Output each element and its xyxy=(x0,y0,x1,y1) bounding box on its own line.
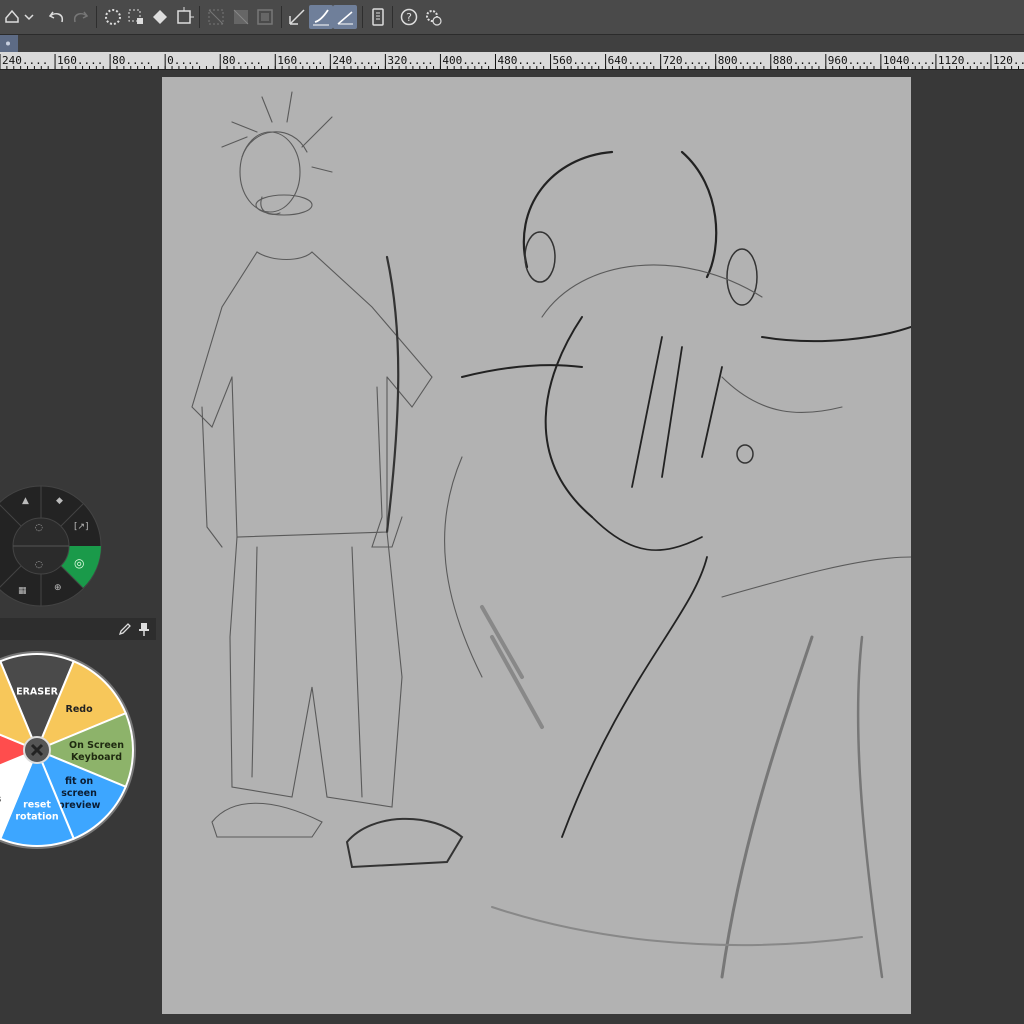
device-button[interactable] xyxy=(366,5,390,29)
radial-slice-label: reset xyxy=(23,800,51,811)
ruler-label: 880.... xyxy=(773,54,819,67)
radial-slice-label: Redo xyxy=(66,704,94,715)
drawing-canvas[interactable] xyxy=(162,77,912,1014)
settings-button[interactable] xyxy=(421,5,445,29)
ruler-label: 720.... xyxy=(663,54,709,67)
ruler-label: 800.... xyxy=(718,54,764,67)
fill-button[interactable] xyxy=(148,5,172,29)
ruler-label: 1040.... xyxy=(883,54,936,67)
ruler-label: 240.... xyxy=(332,54,378,67)
ruler-label: 160.... xyxy=(277,54,323,67)
ruler-ticks: 240.... 160.... 80.... 0.... 80.... 160.... 24… xyxy=(0,54,1024,69)
help-button[interactable]: ? xyxy=(397,5,421,29)
svg-text:◎: ◎ xyxy=(74,556,84,570)
ruler-label: 240.... xyxy=(2,54,48,67)
loading-button[interactable] xyxy=(101,5,125,29)
ruler-label: 560.... xyxy=(553,54,599,67)
svg-text:?: ? xyxy=(406,11,412,24)
tab-dot-icon xyxy=(6,41,10,46)
redo-icon xyxy=(73,11,89,23)
svg-text:◌: ◌ xyxy=(35,560,43,570)
ruler-label: 1120.... xyxy=(938,54,991,67)
selection-icon xyxy=(128,9,143,24)
status-strip xyxy=(0,1016,1024,1024)
document-tab[interactable] xyxy=(0,35,18,52)
frame-icon xyxy=(257,9,273,25)
ruler-label: 640.... xyxy=(608,54,654,67)
snap-ruler-button[interactable] xyxy=(285,5,309,29)
stabilizer-dropdown-button[interactable] xyxy=(2,5,36,29)
snap-grid-button[interactable] xyxy=(333,5,357,29)
radial-menu-header xyxy=(0,618,156,640)
ruler-label: 0.... xyxy=(167,54,200,67)
transform-button[interactable] xyxy=(172,5,196,29)
pin-icon[interactable] xyxy=(136,621,152,637)
svg-text:⊕: ⊕ xyxy=(54,583,62,593)
radial-slice-label: On Screen xyxy=(69,740,124,751)
brush-snap-icon xyxy=(313,9,329,26)
grid-hatch-icon xyxy=(233,9,249,25)
radial-slice-label: Keyboard xyxy=(71,752,122,763)
rotation-dial[interactable]: ▲ ◆ [↗] ◌ ◌ ⊕ ▦ ◎ xyxy=(0,485,102,607)
radial-shortcut-menu[interactable]: ERASER Redo On Screen Keyboard fit on screen p… xyxy=(0,640,150,862)
ruler-button-3[interactable] xyxy=(253,5,277,29)
redo-button[interactable] xyxy=(68,5,92,29)
ruler-button-1[interactable] xyxy=(204,5,228,29)
tablet-icon xyxy=(372,8,384,26)
ruler-label: 80.... xyxy=(222,54,262,67)
pencil-edit-icon[interactable] xyxy=(117,621,133,637)
radial-slice-label: ERASER xyxy=(16,686,58,697)
ruler-label: 400.... xyxy=(442,54,488,67)
grid-off-icon xyxy=(208,9,224,25)
spinner-icon xyxy=(105,9,121,25)
ruler-label: 80.... xyxy=(112,54,152,67)
radial-menu-wheel: ERASER Redo On ScreenKeyboard fit onscreenp… xyxy=(0,651,136,849)
selection-button[interactable] xyxy=(124,5,148,29)
rotation-dial-graphic: ▲ ◆ [↗] ◌ ◌ ⊕ ▦ ◎ xyxy=(0,485,102,607)
svg-text:◌: ◌ xyxy=(35,523,43,533)
svg-text:▲: ▲ xyxy=(22,496,29,506)
ruler-label: 120.... xyxy=(993,54,1024,67)
angle-snap-icon xyxy=(337,11,353,25)
top-toolbar: ? xyxy=(0,0,1024,35)
radial-slice-label: rotation xyxy=(15,812,58,823)
ruler-label: 320.... xyxy=(387,54,433,67)
radial-slice-label: screen xyxy=(61,788,97,799)
undo-icon xyxy=(48,11,64,23)
fill-bucket-icon xyxy=(153,10,167,24)
ruler-button-2[interactable] xyxy=(229,5,253,29)
undo-button[interactable] xyxy=(45,5,69,29)
svg-text:[↗]: [↗] xyxy=(74,522,89,532)
transform-icon xyxy=(177,7,194,24)
svg-text:◆: ◆ xyxy=(56,496,63,506)
svg-text:▦: ▦ xyxy=(18,586,27,596)
stabilizer-icon xyxy=(5,9,34,23)
sketch-artwork xyxy=(191,91,912,979)
snap-icon xyxy=(289,9,305,25)
snap-special-ruler-button[interactable] xyxy=(309,5,333,29)
radial-slice-label: fit on xyxy=(65,776,93,787)
help-icon: ? xyxy=(400,8,418,26)
ruler-label: 160.... xyxy=(57,54,103,67)
document-tab-bar xyxy=(0,35,1024,52)
ruler-label: 960.... xyxy=(828,54,874,67)
ruler-label: 480.... xyxy=(497,54,543,67)
radial-slice-label: preview xyxy=(58,800,101,811)
gear-icon xyxy=(426,10,442,26)
horizontal-ruler: 240.... 160.... 80.... 0.... 80.... 160.... 24… xyxy=(0,52,1024,70)
